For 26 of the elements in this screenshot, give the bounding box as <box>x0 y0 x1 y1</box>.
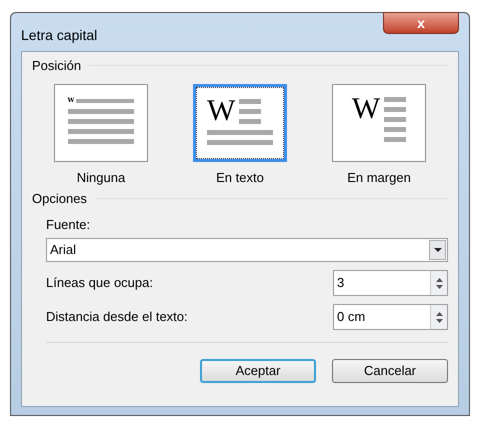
number-field[interactable]: 3 <box>333 270 448 296</box>
group-heading: Posición <box>32 57 82 75</box>
group-heading: Opciones <box>32 190 87 208</box>
down-arrow-icon <box>436 318 442 322</box>
up-arrow-icon <box>436 312 442 316</box>
field-label: Fuente: <box>46 216 92 234</box>
font-dropdown[interactable]: Arial <box>46 238 448 262</box>
option-label: En texto <box>216 168 264 186</box>
position-option[interactable]: W <box>193 84 287 162</box>
dialog-button[interactable]: Cancelar <box>332 359 448 383</box>
position-option[interactable]: W <box>332 84 426 162</box>
dialog-button[interactable]: Aceptar <box>200 359 316 383</box>
spin-buttons[interactable] <box>430 305 447 329</box>
window-title: Letra capital <box>21 26 98 45</box>
number-field[interactable]: 0 cm <box>333 304 448 330</box>
field-label: Líneas que ocupa: <box>46 274 153 292</box>
up-arrow-icon <box>436 278 442 282</box>
drop-cap-letter: W <box>207 96 236 124</box>
drop-cap-letter: W <box>352 94 380 122</box>
option-label: En margen <box>347 168 411 187</box>
option-label: Ninguna <box>76 168 126 187</box>
close-button[interactable]: x <box>383 12 459 34</box>
field-label: Distancia desde el texto: <box>46 308 188 326</box>
down-arrow-icon <box>436 284 442 288</box>
spin-buttons[interactable] <box>430 271 447 295</box>
dropdown-arrow-icon <box>434 248 442 252</box>
